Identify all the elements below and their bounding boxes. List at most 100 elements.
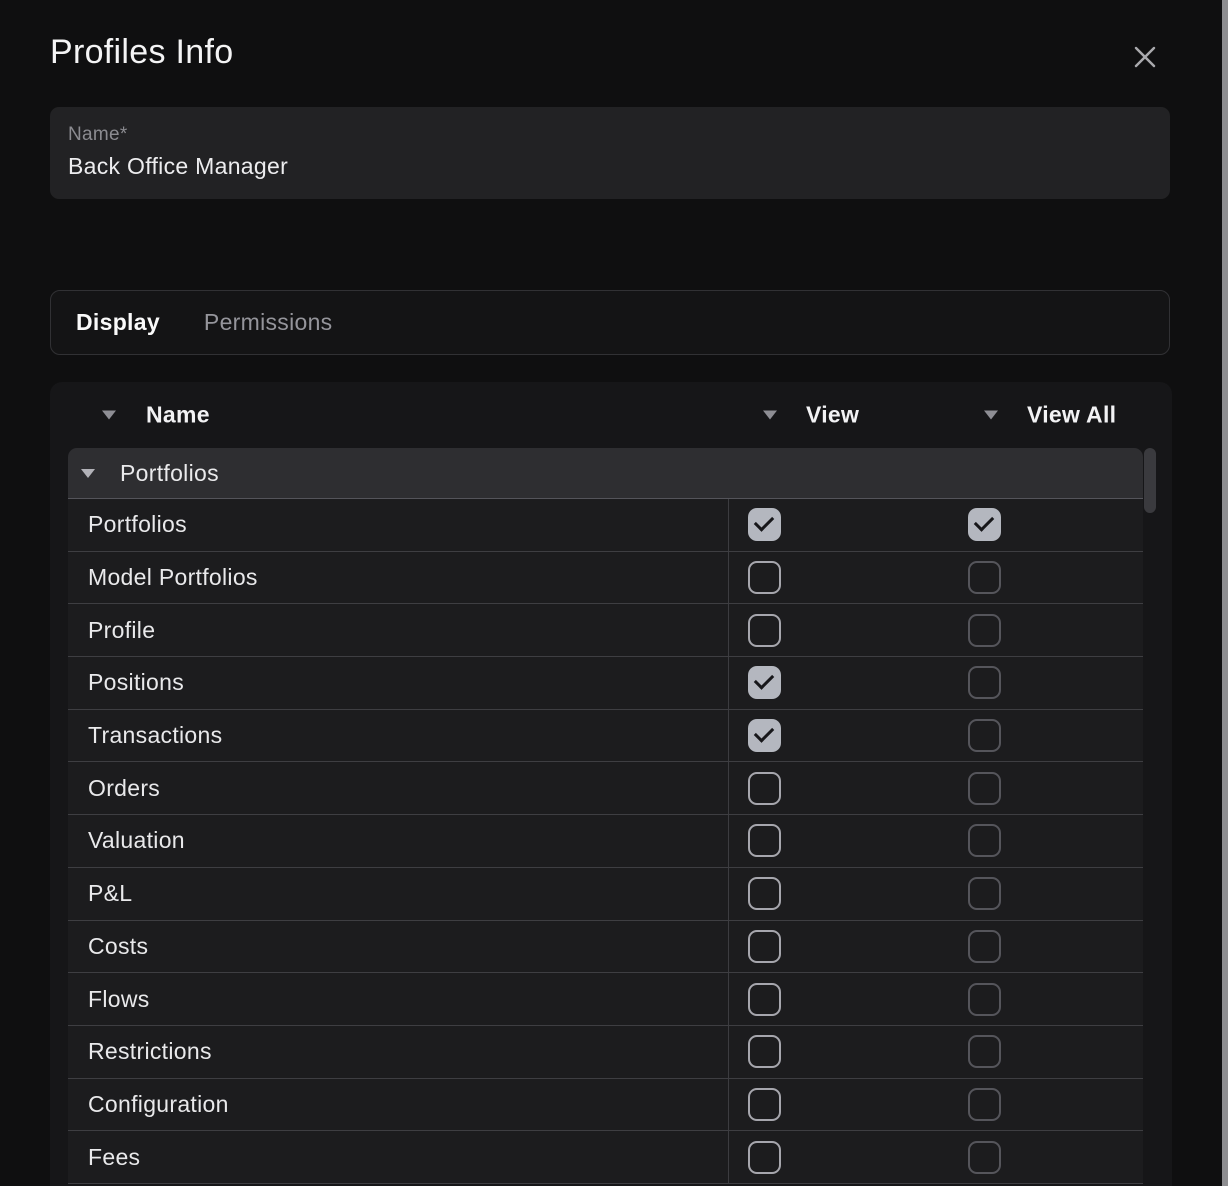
close-icon	[1132, 44, 1158, 73]
collapse-triangle-icon[interactable]	[81, 469, 95, 478]
row-view-cell	[728, 868, 968, 920]
table-row: P&L	[68, 868, 1143, 921]
row-view-all-cell	[968, 604, 1143, 656]
row-label: Flows	[88, 986, 150, 1013]
row-name-cell: Transactions	[68, 710, 728, 762]
view-checkbox[interactable]	[748, 1035, 781, 1068]
row-label: P&L	[88, 880, 132, 907]
row-view-cell	[728, 973, 968, 1025]
view-checkbox[interactable]	[748, 666, 781, 699]
table-row: Costs	[68, 921, 1143, 974]
view-all-checkbox[interactable]	[968, 1035, 1001, 1068]
row-name-cell: Costs	[68, 921, 728, 973]
row-view-cell	[728, 552, 968, 604]
row-label: Restrictions	[88, 1038, 212, 1065]
row-name-cell: Profile	[68, 604, 728, 656]
table-row: Orders	[68, 762, 1143, 815]
row-view-all-cell	[968, 1131, 1143, 1183]
view-all-checkbox[interactable]	[968, 877, 1001, 910]
row-view-all-cell	[968, 868, 1143, 920]
view-all-checkbox[interactable]	[968, 508, 1001, 541]
view-all-checkbox[interactable]	[968, 772, 1001, 805]
row-label: Positions	[88, 669, 184, 696]
table-header: Name View View All	[50, 382, 1172, 448]
table-body: Portfolios Model Portfolios Profile	[68, 499, 1143, 1184]
row-view-cell	[728, 710, 968, 762]
row-view-cell	[728, 1026, 968, 1078]
row-view-cell	[728, 921, 968, 973]
group-row-portfolios[interactable]: Portfolios	[68, 448, 1143, 499]
tab-display[interactable]: Display	[76, 309, 160, 336]
row-name-cell: Model Portfolios	[68, 552, 728, 604]
row-label: Orders	[88, 775, 160, 802]
page-title: Profiles Info	[50, 33, 233, 72]
view-all-checkbox[interactable]	[968, 719, 1001, 752]
row-label: Configuration	[88, 1091, 229, 1118]
group-row-label: Portfolios	[120, 460, 219, 487]
row-view-all-cell	[968, 762, 1143, 814]
row-view-all-cell	[968, 710, 1143, 762]
row-label: Transactions	[88, 722, 222, 749]
view-checkbox[interactable]	[748, 772, 781, 805]
row-name-cell: Orders	[68, 762, 728, 814]
sort-icon-view-all[interactable]	[984, 411, 998, 420]
name-field-label: Name*	[68, 124, 1152, 146]
row-view-all-cell	[968, 973, 1143, 1025]
row-view-cell	[728, 1079, 968, 1131]
view-checkbox[interactable]	[748, 1088, 781, 1121]
row-name-cell: Flows	[68, 973, 728, 1025]
row-view-all-cell	[968, 921, 1143, 973]
view-all-checkbox[interactable]	[968, 824, 1001, 857]
row-label: Portfolios	[88, 511, 187, 538]
sort-icon-name[interactable]	[102, 411, 116, 420]
table-row: Flows	[68, 973, 1143, 1026]
row-name-cell: P&L	[68, 868, 728, 920]
view-all-checkbox[interactable]	[968, 614, 1001, 647]
row-view-cell	[728, 1131, 968, 1183]
view-checkbox[interactable]	[748, 719, 781, 752]
view-checkbox[interactable]	[748, 983, 781, 1016]
view-all-checkbox[interactable]	[968, 1088, 1001, 1121]
table-row: Positions	[68, 657, 1143, 710]
close-button[interactable]	[1131, 44, 1159, 72]
view-checkbox[interactable]	[748, 614, 781, 647]
row-name-cell: Portfolios	[68, 499, 728, 551]
name-field[interactable]: Name*	[50, 107, 1170, 199]
name-input[interactable]	[68, 153, 1152, 180]
tab-permissions[interactable]: Permissions	[204, 309, 333, 336]
view-all-checkbox[interactable]	[968, 666, 1001, 699]
table-row: Portfolios	[68, 499, 1143, 552]
view-all-checkbox[interactable]	[968, 561, 1001, 594]
row-view-all-cell	[968, 1026, 1143, 1078]
view-checkbox[interactable]	[748, 1141, 781, 1174]
row-label: Costs	[88, 933, 148, 960]
column-header-view-all: View All	[1027, 402, 1116, 429]
table-row: Profile	[68, 604, 1143, 657]
row-view-all-cell	[968, 657, 1143, 709]
page-scrollbar[interactable]	[1222, 0, 1228, 1186]
table-row: Fees	[68, 1131, 1143, 1184]
column-header-name: Name	[146, 402, 210, 429]
table-row: Valuation	[68, 815, 1143, 868]
table-scrollbar-thumb[interactable]	[1144, 448, 1156, 513]
view-checkbox[interactable]	[748, 561, 781, 594]
row-view-all-cell	[968, 552, 1143, 604]
column-header-view: View	[806, 402, 859, 429]
row-label: Model Portfolios	[88, 564, 258, 591]
sort-icon-view[interactable]	[763, 411, 777, 420]
view-checkbox[interactable]	[748, 877, 781, 910]
display-table: Name View View All Portfolios Portfolios…	[50, 382, 1172, 1186]
view-checkbox[interactable]	[748, 508, 781, 541]
row-view-cell	[728, 499, 968, 551]
view-checkbox[interactable]	[748, 930, 781, 963]
table-row: Configuration	[68, 1079, 1143, 1132]
row-name-cell: Configuration	[68, 1079, 728, 1131]
row-view-cell	[728, 657, 968, 709]
view-all-checkbox[interactable]	[968, 930, 1001, 963]
row-name-cell: Restrictions	[68, 1026, 728, 1078]
view-all-checkbox[interactable]	[968, 1141, 1001, 1174]
row-name-cell: Fees	[68, 1131, 728, 1183]
view-all-checkbox[interactable]	[968, 983, 1001, 1016]
view-checkbox[interactable]	[748, 824, 781, 857]
table-row: Restrictions	[68, 1026, 1143, 1079]
